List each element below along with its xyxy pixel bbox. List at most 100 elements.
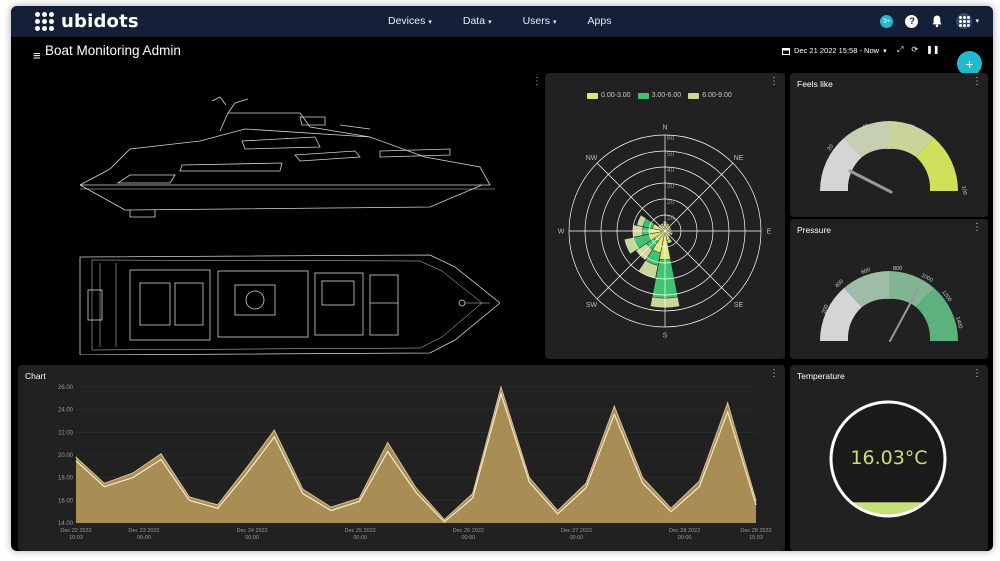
nav-users[interactable]: Users ▾ — [523, 15, 557, 27]
data-point[interactable] — [727, 402, 729, 404]
data-point[interactable] — [75, 456, 77, 458]
data-point[interactable] — [642, 477, 644, 479]
y-tick-label: 20.00 — [58, 453, 74, 459]
rose-direction-label: N — [662, 125, 667, 132]
topbar-actions: 9+ ? ▾ — [880, 13, 979, 29]
data-point[interactable] — [273, 429, 275, 431]
x-tick-label: Dec 24 2022 — [237, 528, 268, 534]
x-tick-label: 00:00 — [353, 535, 367, 541]
temperature-widget: Temperature ⋮ 16.03°C — [790, 365, 988, 551]
rose-spoke — [596, 162, 666, 232]
main-nav: Devices ▾ Data ▾ Users ▾ Apps — [388, 15, 642, 27]
nav-data[interactable]: Data ▾ — [463, 15, 492, 27]
data-point[interactable] — [188, 496, 190, 498]
wind-rose-chart: 10 20 30 40 50 60N NE E SE S SW W NW — [558, 125, 772, 340]
ubidots-logo[interactable]: ubidots — [35, 11, 139, 32]
nav-apps[interactable]: Apps — [588, 15, 612, 27]
data-point[interactable] — [387, 441, 389, 444]
data-point[interactable] — [472, 492, 474, 495]
data-point[interactable] — [103, 482, 105, 484]
area-chart: 14.00 16.00 18.00 20.00 22.00 24.00 26.00 Dec 2… — [58, 385, 772, 541]
rose-direction-label: S — [663, 333, 668, 340]
wind-rose-widget: ⋮ 0.00-3.00 3.00-6.00 6.00-9.00 10 20 30 40… — [545, 73, 785, 359]
boat-blueprint-widget: ⋮ — [18, 73, 540, 359]
rose-direction-label: NE — [734, 155, 744, 162]
x-tick-label: 15:03 — [749, 535, 763, 541]
dashboard-title[interactable]: Boat Monitoring Admin — [45, 43, 181, 58]
rose-direction-label: NW — [586, 155, 598, 162]
pressure-gauge: 200 400 600 800 1000 1200 1400 — [819, 266, 963, 342]
refresh-icon[interactable]: ⟳ — [911, 45, 918, 55]
nav-devices[interactable]: Devices ▾ — [388, 15, 432, 27]
chevron-down-icon: ▾ — [975, 18, 979, 25]
data-point[interactable] — [245, 468, 247, 470]
data-point[interactable] — [613, 405, 615, 407]
data-point[interactable] — [217, 504, 219, 506]
data-point[interactable] — [528, 477, 530, 479]
x-tick-label: 00:00 — [245, 535, 259, 541]
rose-direction-label: SE — [734, 302, 744, 309]
boat-blueprint-image — [79, 96, 500, 355]
y-tick-label: 26.00 — [58, 385, 74, 391]
y-tick-label: 16.00 — [58, 498, 74, 504]
y-tick-label: 18.00 — [58, 476, 74, 482]
gauge-tick-label: 400 — [834, 279, 845, 290]
rose-ring-label: 10 — [667, 215, 675, 222]
pause-icon[interactable]: ❚❚ — [926, 45, 939, 55]
nav-apps-label: Apps — [587, 15, 612, 27]
x-tick-label: Dec 25 2022 — [345, 528, 376, 534]
hamburger-menu-icon[interactable]: ≡ — [33, 48, 41, 63]
y-tick-label: 14.00 — [58, 521, 74, 527]
rose-ring-label: 30 — [667, 183, 675, 190]
data-point[interactable] — [160, 453, 162, 455]
rose-ring-label: 50 — [667, 151, 675, 158]
data-point[interactable] — [443, 519, 445, 521]
dashboard-header: ≡ Boat Monitoring Admin Dec 21 2022 15:5… — [11, 37, 993, 71]
user-menu[interactable]: ▾ — [956, 13, 979, 29]
bell-icon[interactable] — [930, 14, 944, 28]
date-range-picker[interactable]: Dec 21 2022 15:58 - Now ▾ — [782, 46, 887, 55]
data-point[interactable] — [585, 482, 587, 484]
data-point[interactable] — [670, 507, 672, 509]
x-tick-label: Dec 22 2022 — [60, 528, 91, 534]
gauge-tick-label: 100 — [960, 185, 968, 195]
top-navbar: ubidots Devices ▾ Data ▾ Users ▾ Apps 9+ ? … — [11, 6, 993, 37]
pressure-widget: Pressure ⋮ 200 400 600 800 1000 1200 140… — [790, 219, 988, 359]
data-point[interactable] — [557, 509, 559, 512]
dashboard-actions: ⤢ ⟳ ❚❚ — [897, 45, 940, 55]
data-point[interactable] — [358, 497, 360, 499]
avatar — [956, 13, 973, 29]
feels-like-gauge: 20 40 60 100 — [819, 121, 968, 195]
data-point[interactable] — [132, 472, 134, 474]
x-tick-label: Dec 26 2022 — [453, 528, 484, 534]
calendar-icon — [782, 47, 790, 55]
y-tick-label: 24.00 — [58, 408, 74, 414]
data-point[interactable] — [302, 488, 304, 490]
data-point[interactable] — [415, 487, 417, 489]
rose-direction-label: E — [767, 229, 772, 236]
x-tick-label: 10:03 — [69, 535, 83, 541]
data-point[interactable] — [698, 480, 700, 482]
rose-direction-label: SW — [586, 302, 598, 309]
chevron-down-icon: ▾ — [553, 19, 557, 26]
gauge-tick-label: 800 — [893, 266, 902, 272]
rose-ring-label: 40 — [667, 167, 675, 174]
data-point[interactable] — [500, 386, 502, 388]
chevron-down-icon: ▾ — [488, 19, 492, 26]
help-icon[interactable]: ? — [905, 14, 919, 28]
nav-data-label: Data — [462, 15, 486, 27]
x-tick-label: Dec 28 2022 — [669, 528, 700, 534]
rose-spoke — [664, 162, 734, 232]
data-point[interactable] — [330, 506, 332, 508]
x-tick-label: Dec 23 2022 — [128, 528, 159, 534]
temperature-value: 16.03°C — [850, 447, 928, 469]
chart-widget: Chart ⋮ 14.00 16.00 18.00 20.00 22.00 24.00 26… — [18, 365, 785, 551]
notifications-badge[interactable]: 9+ — [880, 14, 894, 28]
logo-mark-icon — [35, 11, 55, 32]
widget-menu-icon[interactable]: ⋮ — [532, 77, 540, 87]
fullscreen-icon[interactable]: ⤢ — [897, 45, 903, 55]
rose-ring-label: 60 — [667, 135, 675, 142]
x-tick-label: 00:00 — [678, 535, 692, 541]
nav-users-label: Users — [522, 15, 550, 27]
data-point[interactable] — [755, 499, 757, 501]
